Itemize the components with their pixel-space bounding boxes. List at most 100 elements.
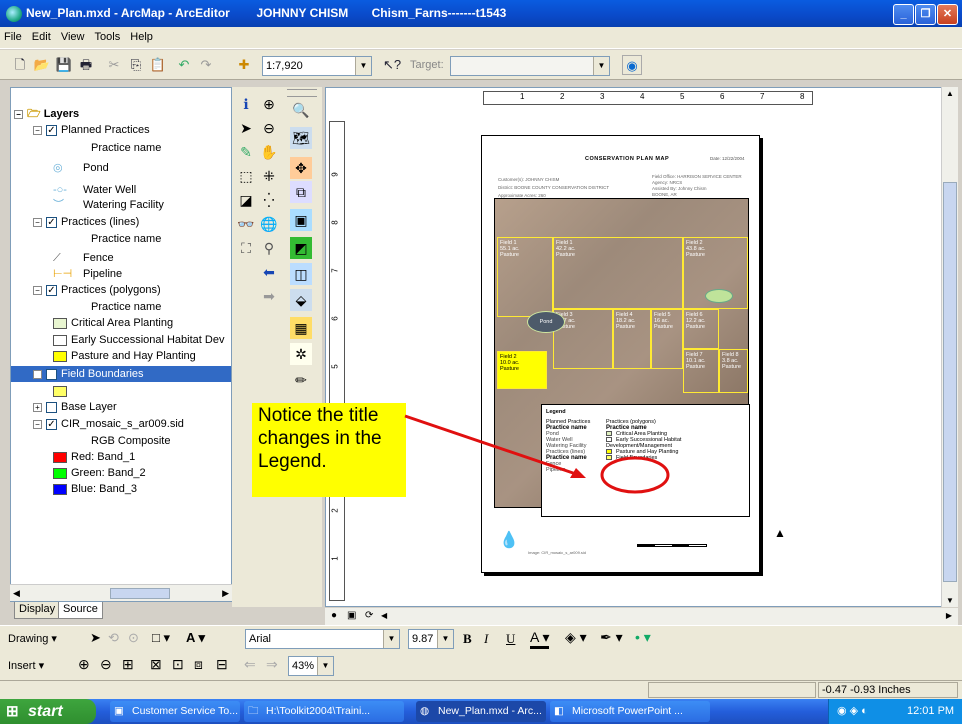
grid-icon[interactable]: ▦ [290,317,312,339]
toc-layer[interactable]: − ✓ Practices (polygons) [33,282,161,298]
zoom-out-fixed-icon[interactable]: ⊖ [100,656,112,673]
layout-forward-icon[interactable]: ⬙ [290,289,312,311]
drawing-menu[interactable]: Drawing ▾ [8,632,57,645]
toc-layer[interactable]: + Base Layer [33,399,117,415]
paste-icon[interactable]: 📋 [148,55,168,75]
layout-back-icon[interactable]: ◫ [290,263,312,285]
field-polygon[interactable]: Field 1 42.2 ac. Pasture [553,237,683,309]
italic-button[interactable]: I [484,631,488,647]
zoom-to-selected-elements-icon[interactable]: ⊡ [172,656,184,673]
menu-tools[interactable]: Tools [91,27,124,43]
map-title[interactable]: CONSERVATION PLAN MAP [585,156,669,162]
save-icon[interactable]: 💾 [54,55,74,75]
bold-button[interactable]: B [463,631,472,647]
draft-mode-icon[interactable]: ✲ [290,343,312,365]
zoom-to-selected-icon[interactable]: ⊙ [128,630,139,646]
critical-area-planting-polygon[interactable] [705,289,733,303]
undo-icon[interactable]: ↶ [174,55,194,75]
expand-icon[interactable]: + [33,402,42,412]
zoom-100-icon[interactable]: ▣ [290,209,312,231]
new-document-icon[interactable]: 🗋 [10,55,30,75]
pasture-hay-planting-polygon[interactable]: Field 2 10.0 ac. Pasture [497,351,547,389]
select-features-icon[interactable]: ⬚ [235,165,257,187]
fill-color-icon[interactable]: ◈ ▾ [565,629,587,646]
zoom-whole-page-icon[interactable]: ⊞ [122,656,134,673]
zoom-whole-page-icon[interactable]: ⧉ [290,181,312,203]
layout-pan-icon[interactable]: ✥ [290,157,312,179]
layout-view-icon[interactable]: ▣ [347,610,356,621]
menu-edit[interactable]: Edit [28,27,54,43]
toc-layer[interactable]: − ✓ CIR_mosaic_s_ar009.sid [33,416,184,432]
collapse-icon[interactable]: − [33,125,42,135]
scroll-thumb[interactable] [110,588,170,599]
chevron-down-icon[interactable]: ▼ [317,657,333,675]
find-icon[interactable]: 👓 [235,213,257,235]
identify-icon[interactable]: ℹ [235,93,257,115]
pencil-icon[interactable]: ✏ [290,369,312,391]
refresh-view-icon[interactable]: ⟳ [365,610,373,621]
redo-icon[interactable]: ↷ [196,55,216,75]
layer-visibility-checkbox[interactable]: ✓ [46,124,57,136]
open-folder-icon[interactable]: 📂 [32,55,52,75]
close-button[interactable]: ✕ [937,4,958,25]
collapse-icon[interactable]: − [33,369,42,379]
underline-button[interactable]: U [506,631,515,647]
insert-menu[interactable]: Insert ▾ [8,659,44,672]
north-arrow-icon[interactable]: ▲ [774,526,786,540]
fit-width-icon[interactable]: ⧈ [194,656,203,673]
minimize-button[interactable]: _ [893,4,914,25]
restore-button[interactable]: ❐ [915,4,936,25]
toc-layer[interactable]: − ✓ Practices (lines) [33,214,139,230]
start-button[interactable]: ⊞ start [0,699,96,724]
chevron-down-icon[interactable]: ▼ [355,57,371,75]
font-name-combo[interactable]: Arial ▼ [245,629,400,649]
scroll-down-icon[interactable]: ▼ [946,596,954,605]
layout-toolbar-grip[interactable] [287,89,317,97]
select-elements-icon[interactable]: ➤ [235,117,257,139]
collapse-icon[interactable]: − [33,285,42,295]
zoom-out-icon[interactable]: ⊖ [258,117,280,139]
field-polygon[interactable]: Field 4 18.2 ac. Pasture [613,309,651,369]
zoom-in-icon[interactable]: ⊕ [258,93,280,115]
tray-icons[interactable]: ◉ ◈ ◐ [837,699,868,724]
font-color-icon[interactable]: A ▾ [530,629,550,649]
whats-this-icon[interactable]: ↖? [382,55,402,75]
rectangle-icon[interactable]: □ ▾ [152,630,170,646]
data-view-icon[interactable]: ● [331,610,337,621]
toc-layer[interactable]: − ✓ Planned Practices [33,122,150,138]
chevron-down-icon[interactable]: ▼ [437,630,453,648]
fixed-layout-zoom-icon[interactable]: ◩ [290,237,312,259]
target-combo[interactable]: ▼ [450,56,610,76]
tab-display[interactable]: Display [14,602,61,619]
print-icon[interactable]: 🖶 [76,55,96,75]
scroll-right-icon[interactable]: ▶ [222,588,229,599]
field-polygon[interactable]: Field 6 12.2 ac. Pasture [683,309,719,349]
layer-visibility-checkbox[interactable] [46,401,57,413]
collapse-icon[interactable]: − [33,217,42,227]
clear-selection-icon[interactable]: ◪ [235,189,257,211]
fixed-zoom-out-icon[interactable]: ⁛ [258,189,280,211]
scroll-up-icon[interactable]: ▲ [946,89,954,98]
pond-polygon[interactable]: Pond [527,311,565,333]
menu-file[interactable]: File [0,27,25,43]
scale-bar[interactable] [637,544,707,547]
layout-horizontal-scrollbar[interactable]: ● ▣ ⟳ ◀ ▶ [325,608,958,625]
copy-icon[interactable]: ⎘ [126,55,146,75]
add-data-icon[interactable]: ✚ [234,55,254,75]
taskbar-item[interactable]: 🗀 H:\Toolkit2004\Traini... [244,701,404,722]
fixed-zoom-in-icon[interactable]: ⁜ [258,165,280,187]
taskbar-item-active[interactable]: ◍ New_Plan.mxd - Arc... [416,701,546,722]
toc-root-layers[interactable]: − 🗁 Layers [14,106,79,122]
layer-visibility-checkbox[interactable]: ✓ [46,368,57,380]
layer-visibility-checkbox[interactable]: ✓ [46,418,57,430]
chevron-down-icon[interactable]: ▼ [593,57,609,75]
pan-icon[interactable]: ✋ [258,141,280,163]
layout-zoom-out-icon[interactable]: 🗺 [290,127,312,149]
zoom-100-percent-icon[interactable]: ⊠ [150,656,162,673]
scroll-left-icon[interactable]: ◀ [381,611,387,620]
scroll-left-icon[interactable]: ◀ [13,588,20,599]
toc-horizontal-scrollbar[interactable]: ◀ ▶ [10,584,232,601]
menu-view[interactable]: View [57,27,88,43]
collapse-icon[interactable]: − [33,419,42,429]
layer-visibility-checkbox[interactable]: ✓ [46,284,57,296]
